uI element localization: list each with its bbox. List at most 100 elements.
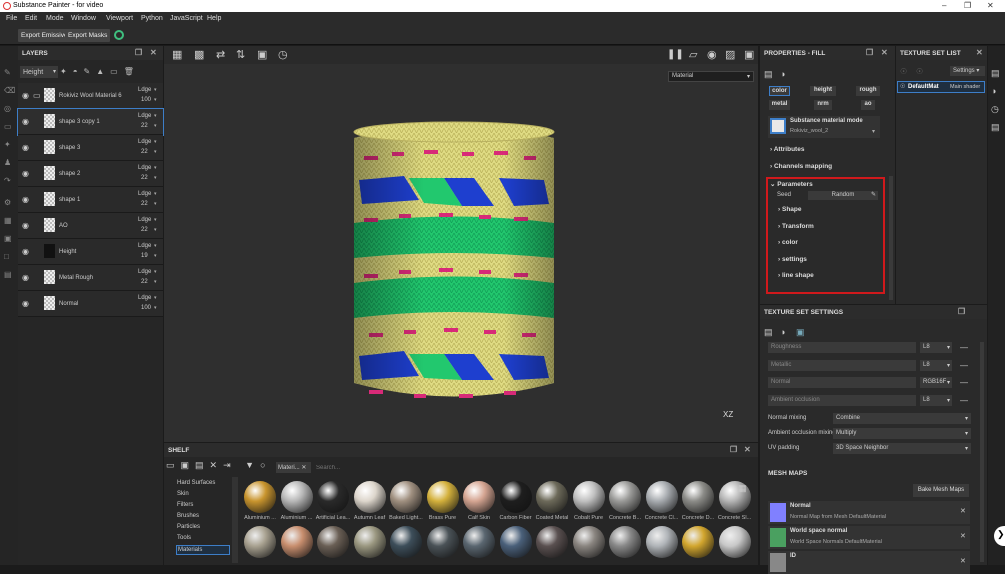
material-thumbnail[interactable] — [682, 526, 714, 558]
paint-brush-icon[interactable]: ✎ — [4, 68, 14, 78]
layer-row[interactable]: ◉ Metal Rough Ldge ▾ 22 ▾ — [18, 265, 163, 291]
eye-icon[interactable]: ☉ — [900, 67, 907, 76]
layer-blend-mode[interactable]: Ldge — [138, 295, 151, 301]
picker-icon[interactable]: ↷ — [4, 176, 14, 186]
shelf-search-input[interactable] — [314, 462, 744, 473]
channel-ao-button[interactable]: ao — [861, 100, 875, 110]
minimize-icon[interactable]: – — [942, 1, 946, 10]
solo-icon[interactable]: ☉ — [916, 67, 923, 76]
float-icon[interactable]: ❐ — [866, 48, 873, 57]
log-icon[interactable]: ▤ — [991, 122, 1000, 133]
material-thumbnail[interactable] — [645, 481, 678, 513]
channel-color-button[interactable]: color — [769, 86, 790, 96]
shader-tab-icon[interactable]: ◑ — [780, 327, 785, 337]
visibility-eye-icon[interactable]: ◉ — [22, 273, 29, 282]
mesh-map-row[interactable]: ID ✕ — [768, 551, 970, 574]
delete-layer-icon[interactable]: 🗑 — [124, 67, 140, 76]
material-thumbnail[interactable] — [353, 481, 386, 513]
material-thumbnail[interactable] — [645, 526, 678, 558]
category-scrollbar[interactable] — [232, 477, 238, 563]
grid-view-icon[interactable]: ▦ — [738, 483, 747, 494]
layer-blend-mode[interactable]: Ldge — [138, 165, 151, 171]
material-thumbnail[interactable] — [244, 526, 276, 558]
add-paint-layer-icon[interactable]: ✎ — [84, 67, 97, 76]
layer-opacity[interactable]: 22 — [141, 201, 148, 207]
menu-edit[interactable]: Edit — [25, 15, 37, 22]
export-emissive-button[interactable]: Export Emissive — [18, 29, 71, 42]
render-icon[interactable]: ▨ — [725, 48, 735, 61]
section-channels-mapping[interactable]: › Channels mapping — [770, 163, 832, 170]
param-group[interactable]: › line shape — [778, 272, 814, 279]
properties-scrollbar[interactable] — [889, 176, 893, 300]
layer-row[interactable]: ◉ ▭ Rokiviz Wool Material 6 Ldge ▾ 100 ▾ — [18, 83, 163, 109]
mirror-x-icon[interactable]: ⇄ — [216, 48, 225, 61]
channel-rough-button[interactable]: rough — [856, 86, 880, 96]
channel-format-select[interactable]: L8 ▾ — [920, 394, 952, 406]
settings-dropdown[interactable]: Settings ▾ — [950, 66, 985, 76]
layer-opacity[interactable]: 22 — [141, 149, 148, 155]
layer-blend-mode[interactable]: Ldge — [138, 87, 151, 93]
channel-format-select[interactable]: RGB16F ▾ — [920, 377, 952, 388]
layer-blend-mode[interactable]: Ldge — [138, 243, 151, 249]
settings-icon[interactable]: ⚙ — [4, 198, 14, 208]
pause-icon[interactable]: ❚❚ — [667, 49, 684, 60]
channel-format-select[interactable]: L8 ▾ — [920, 359, 952, 371]
layer-row[interactable]: ◉ shape 1 Ldge ▾ 22 ▾ — [18, 187, 163, 213]
uv-padding-select[interactable]: 3D Space Neighbor ▾ — [833, 443, 971, 454]
shelf-category[interactable]: Particles — [176, 523, 230, 531]
section-parameters[interactable]: ⌄ Parameters — [770, 180, 813, 188]
add-fill-layer-icon[interactable]: ▲ — [96, 67, 110, 76]
eraser-icon[interactable]: ⌫ — [4, 86, 15, 96]
panel-close-icon[interactable]: ✕ — [744, 445, 751, 454]
layer-row[interactable]: ◉ Height Ldge ▾ 19 ▾ — [18, 239, 163, 265]
channel-metal-button[interactable]: metal — [769, 100, 790, 110]
export-masks-button[interactable]: Export Masks — [65, 29, 111, 42]
material-thumbnail[interactable] — [426, 481, 459, 513]
visibility-eye-icon[interactable]: ◉ — [22, 91, 29, 100]
layer-opacity[interactable]: 22 — [141, 279, 148, 285]
panel-close-icon[interactable]: ✕ — [150, 48, 157, 57]
shelf-category[interactable]: Tools — [176, 534, 230, 542]
maximize-icon[interactable]: ❐ — [964, 1, 971, 10]
material-selector[interactable]: Substance material mode Rokiviz_wool_2 ▾ — [768, 116, 880, 138]
uv-grid-icon[interactable]: ▩ — [194, 48, 204, 61]
channel-format-select[interactable]: L8 ▾ — [920, 342, 952, 353]
filter-icon[interactable]: ▼ — [245, 460, 260, 470]
camera-icon[interactable]: ▣ — [4, 234, 14, 244]
environment-icon[interactable]: ◉ — [707, 48, 717, 61]
visibility-eye-icon[interactable]: ◉ — [22, 169, 29, 178]
display-settings-icon[interactable]: ▤ — [991, 68, 1000, 79]
new-icon[interactable]: ▣ — [181, 460, 196, 470]
param-group[interactable]: › settings — [778, 256, 807, 263]
filter-tag[interactable]: Materi... ✕ — [276, 462, 311, 473]
grid-icon[interactable]: ▦ — [172, 48, 182, 61]
hide-icon[interactable]: ✕ — [210, 460, 224, 470]
layer-blend-mode[interactable]: Ldge — [138, 139, 151, 145]
layer-opacity[interactable]: 100 — [141, 305, 151, 311]
param-group[interactable]: › Transform — [778, 223, 814, 230]
viewport-mode-select[interactable]: Material ▾ — [668, 71, 754, 82]
material-thumbnail[interactable] — [718, 526, 751, 558]
close-icon[interactable]: ✕ — [301, 465, 306, 471]
visibility-eye-icon[interactable]: ◉ — [22, 299, 29, 308]
layer-row[interactable]: ◉ shape 3 copy 1 Ldge ▾ 22 ▾ — [17, 108, 164, 136]
float-icon[interactable]: ❐ — [135, 48, 142, 57]
material-thumbnail[interactable] — [353, 526, 386, 558]
layer-opacity[interactable]: 22 — [141, 175, 148, 181]
param-group[interactable]: › color — [778, 239, 798, 246]
remove-channel-icon[interactable]: — — [960, 361, 968, 370]
panel-close-icon[interactable]: ✕ — [881, 48, 888, 57]
menu-javascript[interactable]: JavaScript — [170, 15, 203, 22]
shelf-category[interactable]: Skin — [176, 490, 230, 498]
layer-blend-mode[interactable]: Ldge — [138, 191, 151, 197]
folder-icon[interactable]: ▭ — [166, 460, 181, 470]
layer-row[interactable]: ◉ AO Ldge ▾ 22 ▾ — [18, 213, 163, 239]
material-thumbnail[interactable] — [280, 481, 313, 513]
add-folder-icon[interactable]: ▭ — [110, 67, 124, 76]
material-thumbnail[interactable] — [390, 481, 422, 513]
shelf-category[interactable]: Filters — [176, 501, 230, 509]
close-icon[interactable]: ✕ — [960, 557, 966, 565]
material-thumbnail[interactable] — [390, 526, 422, 558]
circle-icon[interactable]: ○ — [260, 460, 271, 470]
polygon-fill-icon[interactable]: ▭ — [4, 122, 14, 132]
